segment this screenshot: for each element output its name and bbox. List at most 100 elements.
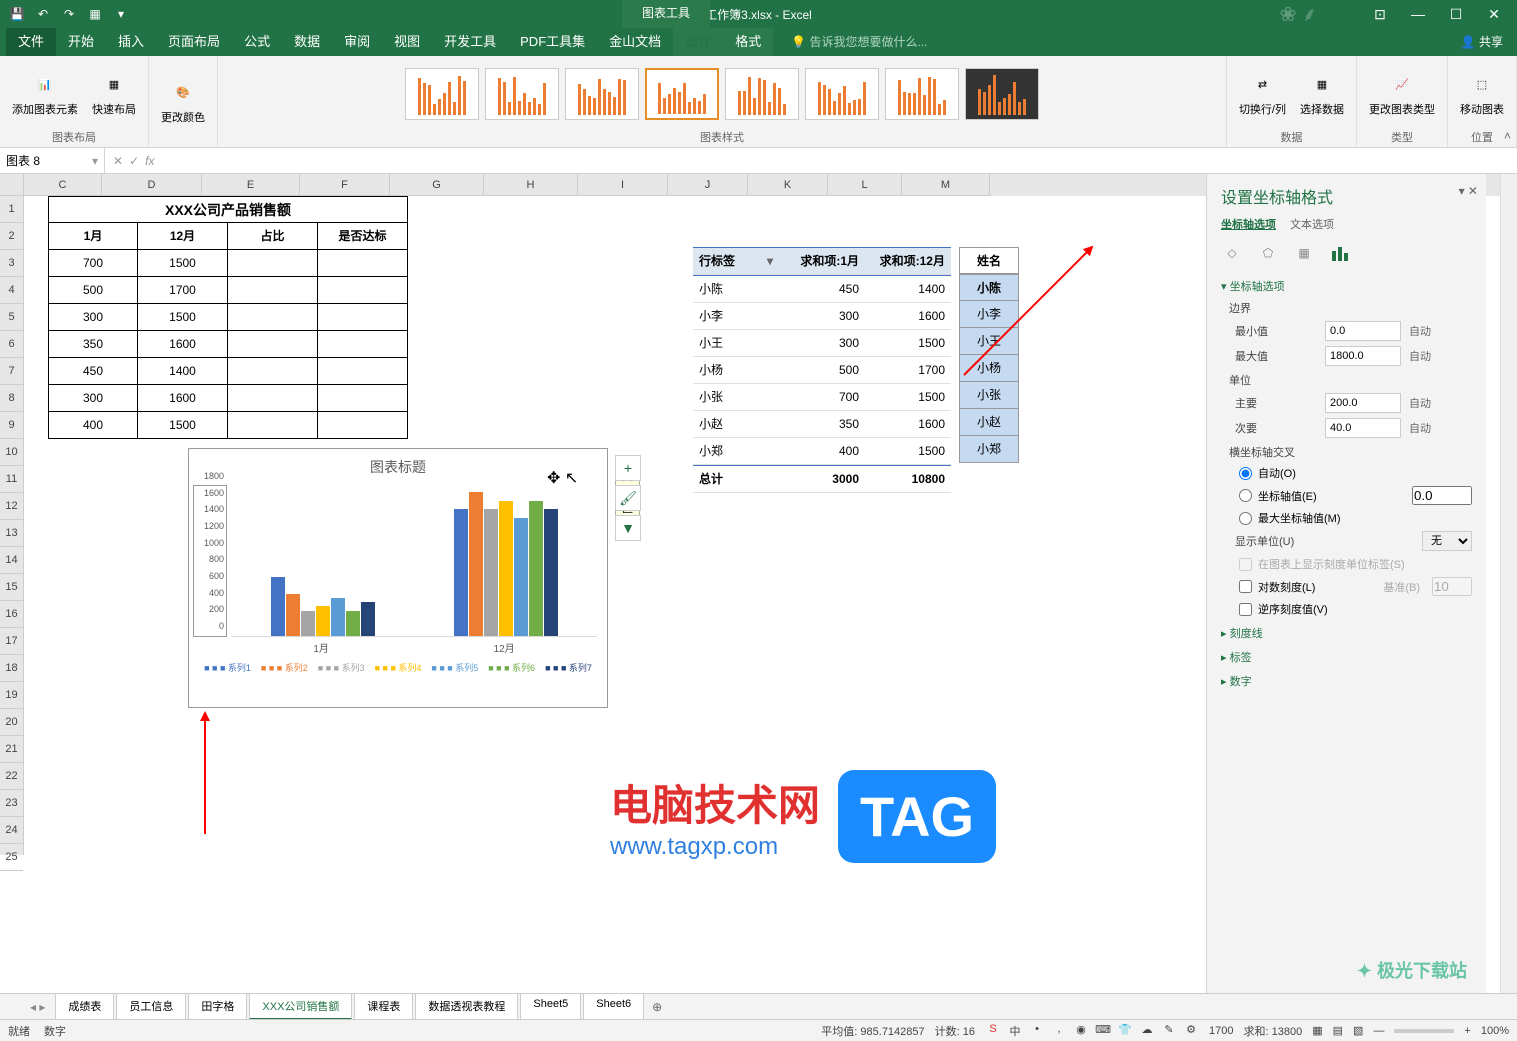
chart[interactable]: 图表标题 ✥ ↖ 图表区 020040060080010001200140016… [188, 448, 608, 708]
tray-icon[interactable]: , [1051, 1023, 1067, 1039]
quick-layout-button[interactable]: ▦快速布局 [88, 67, 140, 121]
pivot-cell[interactable]: 小郑 [693, 438, 779, 465]
reverse-check[interactable] [1239, 603, 1252, 616]
qat-dropdown-icon[interactable]: ▾ [112, 5, 130, 23]
table-cell[interactable] [228, 385, 318, 412]
zoom-in-icon[interactable]: + [1464, 1025, 1470, 1037]
tab-formulas[interactable]: 公式 [232, 25, 282, 56]
tab-file[interactable]: 文件 [6, 25, 56, 56]
cross-auto-radio[interactable] [1239, 467, 1252, 480]
name-header[interactable]: 姓名 [959, 247, 1019, 274]
add-sheet-button[interactable]: ⊕ [652, 1000, 662, 1014]
cross-max-radio[interactable] [1239, 512, 1252, 525]
tab-layout[interactable]: 页面布局 [156, 25, 232, 56]
tab-review[interactable]: 审阅 [332, 25, 382, 56]
pivot-cell[interactable]: 1600 [865, 303, 951, 330]
select-data-button[interactable]: ▦选择数据 [1296, 67, 1348, 121]
zoom-slider[interactable] [1394, 1029, 1454, 1033]
pivot-table[interactable]: 行标签▾ 求和项:1月 求和项:12月 小陈4501400小李3001600小王… [693, 247, 951, 493]
sheet-tab[interactable]: Sheet5 [520, 993, 581, 1020]
sheet-tab[interactable]: 员工信息 [116, 993, 186, 1020]
close-icon[interactable]: ✕ [1481, 6, 1507, 23]
chart-style-thumb[interactable] [485, 68, 559, 120]
tray-icon[interactable]: ⌨ [1095, 1023, 1111, 1039]
cancel-formula-icon[interactable]: ✕ [113, 154, 123, 168]
effects-icon[interactable]: ⬠ [1257, 242, 1279, 264]
tab-design[interactable]: 设计 [673, 25, 723, 56]
pivot-cell[interactable]: 1700 [865, 357, 951, 384]
ribbon-options-icon[interactable]: ⊡ [1367, 6, 1393, 23]
table-cell[interactable] [318, 250, 408, 277]
table-header[interactable]: 是否达标 [318, 223, 408, 250]
major-input[interactable] [1325, 393, 1401, 413]
axis-options-icon[interactable] [1329, 242, 1351, 264]
display-units-select[interactable]: 无 [1422, 531, 1472, 551]
change-colors-button[interactable]: 🎨更改颜色 [157, 75, 209, 129]
chart-style-thumb[interactable] [405, 68, 479, 120]
undo-icon[interactable]: ↶ [34, 5, 52, 23]
pivot-cell[interactable]: 小陈 [693, 276, 779, 303]
pivot-cell[interactable]: 小张 [693, 384, 779, 411]
chart-elements-button[interactable]: + [615, 455, 641, 481]
cross-value-input[interactable] [1412, 486, 1472, 505]
section-labels[interactable]: 标签 [1221, 649, 1472, 665]
section-axis-options[interactable]: 坐标轴选项 [1221, 278, 1472, 294]
chart-title[interactable]: 图表标题 [189, 449, 607, 485]
table-cell[interactable]: 700 [48, 250, 138, 277]
table-cell[interactable] [318, 304, 408, 331]
save-icon[interactable]: 💾 [8, 5, 26, 23]
add-chart-element-button[interactable]: 📊添加图表元素 [8, 67, 82, 121]
minor-input[interactable] [1325, 418, 1401, 438]
sheet-tab[interactable]: 数据透视表教程 [415, 993, 518, 1020]
collapse-ribbon-icon[interactable]: ˄ [1504, 129, 1511, 143]
log-scale-check[interactable] [1239, 580, 1252, 593]
tray-icon[interactable]: 👕 [1117, 1023, 1133, 1039]
min-input[interactable] [1325, 321, 1401, 341]
pivot-total-val[interactable]: 10800 [865, 466, 951, 493]
table-cell[interactable]: 300 [48, 304, 138, 331]
tab-insert[interactable]: 插入 [106, 25, 156, 56]
pivot-cell[interactable]: 700 [779, 384, 865, 411]
zoom-out-icon[interactable]: ― [1373, 1025, 1384, 1037]
table-cell[interactable] [318, 331, 408, 358]
maximize-icon[interactable]: ☐ [1443, 6, 1469, 23]
share-button[interactable]: 👤 共享 [1447, 27, 1517, 56]
pivot-cell[interactable]: 300 [779, 303, 865, 330]
sheet-nav[interactable]: ◂ ▸ [30, 1000, 45, 1014]
table-cell[interactable] [318, 385, 408, 412]
size-icon[interactable]: ▦ [1293, 242, 1315, 264]
tab-data[interactable]: 数据 [282, 25, 332, 56]
row-headers[interactable]: 1234567891011121314151617181920212223242… [0, 174, 24, 855]
pivot-cell[interactable]: 1500 [865, 384, 951, 411]
name-box[interactable]: 图表 8▾ [0, 148, 105, 173]
fx-icon[interactable]: fx [145, 154, 154, 168]
pivot-cell[interactable]: 450 [779, 276, 865, 303]
table-cell[interactable] [318, 412, 408, 439]
chart-bars[interactable] [231, 485, 597, 637]
panel-scrollbar[interactable] [1500, 174, 1517, 993]
tab-format[interactable]: 格式 [723, 25, 773, 56]
chart-style-thumb[interactable] [725, 68, 799, 120]
pivot-cell[interactable]: 300 [779, 330, 865, 357]
table-cell[interactable]: 500 [48, 277, 138, 304]
chart-style-thumb[interactable] [805, 68, 879, 120]
view-pagebreak-icon[interactable]: ▧ [1353, 1024, 1363, 1037]
tray-icon[interactable]: ⚙ [1183, 1023, 1199, 1039]
tab-home[interactable]: 开始 [56, 25, 106, 56]
table-cell[interactable]: 1500 [138, 412, 228, 439]
minimize-icon[interactable]: ― [1405, 6, 1431, 23]
section-ticks[interactable]: 刻度线 [1221, 625, 1472, 641]
tell-me-input[interactable]: 💡 告诉我您想要做什么... [783, 27, 935, 56]
name-cell[interactable]: 小张 [959, 382, 1019, 409]
view-normal-icon[interactable]: ▦ [1312, 1024, 1322, 1037]
tray-icon[interactable]: S [985, 1023, 1001, 1039]
chart-y-axis[interactable]: 020040060080010001200140016001800 [193, 485, 227, 637]
table-cell[interactable]: 1500 [138, 250, 228, 277]
max-input[interactable] [1325, 346, 1401, 366]
table-cell[interactable]: 1600 [138, 331, 228, 358]
table-cell[interactable] [228, 412, 318, 439]
pivot-header[interactable]: 行标签▾ [693, 248, 779, 275]
pivot-cell[interactable]: 1400 [865, 276, 951, 303]
section-number[interactable]: 数字 [1221, 673, 1472, 689]
chart-legend[interactable]: ■ 系列1■ 系列2■ 系列3■ 系列4■ 系列5■ 系列6■ 系列7 [189, 655, 607, 680]
